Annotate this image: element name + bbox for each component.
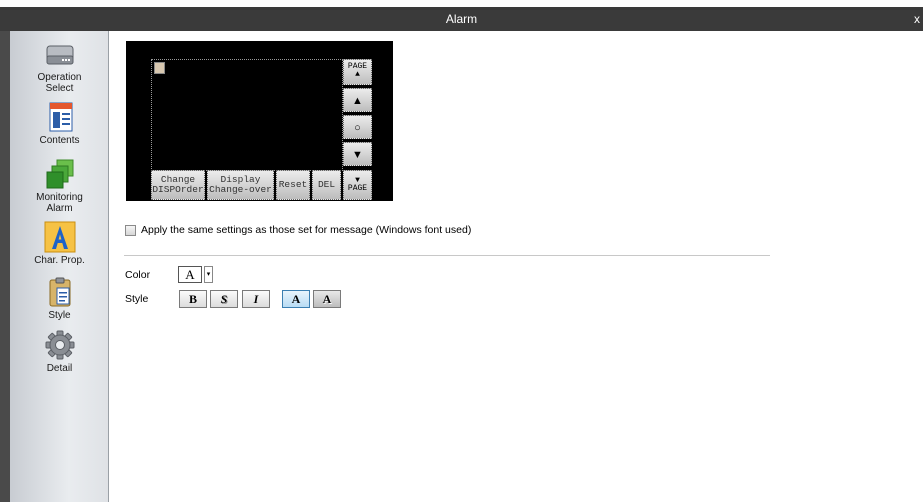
sidebar-item-label: Operation Select (37, 72, 82, 94)
window-titlebar: Alarm x (0, 0, 923, 31)
sidebar-item-label: Char. Prop. (34, 255, 85, 266)
gear-icon (44, 329, 76, 361)
style-icon (44, 276, 76, 308)
sidebar-item-contents[interactable]: Contents (10, 101, 109, 146)
alarm-preview: PAGE ▲ ▲ ○ ▼ ▼ PAGE Change DISPOrder Dis… (126, 41, 393, 201)
apply-same-settings-label: Apply the same settings as those set for… (141, 224, 472, 236)
titlebar-top-strip (0, 0, 923, 7)
apply-same-settings-checkbox[interactable] (125, 224, 136, 236)
main-content: PAGE ▲ ▲ ○ ▼ ▼ PAGE Change DISPOrder Dis… (110, 31, 923, 502)
sidebar-item-label: Contents (39, 135, 80, 146)
sidebar: Operation Select Contents Monitoring Ala… (10, 31, 109, 502)
chevron-down-icon[interactable]: ▾ (204, 266, 213, 283)
alarm-display-area (151, 59, 343, 171)
sidebar-item-label: Monitoring Alarm (36, 192, 83, 214)
reset-button[interactable]: Reset (276, 170, 310, 200)
sidebar-item-char-prop[interactable]: Char. Prop. (10, 221, 109, 266)
solid-style-button[interactable]: A (282, 290, 310, 308)
sidebar-item-label: Detail (46, 363, 73, 374)
italic-button[interactable]: I (242, 290, 270, 308)
char-prop-icon (44, 221, 76, 253)
window-title: Alarm (445, 12, 478, 26)
page-down-button[interactable]: ▼ PAGE (343, 170, 372, 200)
enter-button[interactable]: ○ (343, 115, 372, 139)
display-changeover-button[interactable]: Display Change-over (207, 170, 274, 200)
page-up-button[interactable]: PAGE ▲ (343, 59, 372, 85)
alarm-marker-icon (154, 62, 165, 74)
shadow-button[interactable]: S (210, 290, 238, 308)
del-button[interactable]: DEL (312, 170, 341, 200)
apply-same-settings-row[interactable]: Apply the same settings as those set for… (125, 223, 471, 237)
monitoring-alarm-icon (44, 158, 76, 190)
operation-select-icon (44, 38, 76, 70)
close-button[interactable]: x (911, 9, 923, 29)
raised-style-button[interactable]: A (313, 290, 341, 308)
window-left-frame (0, 31, 10, 502)
bold-button[interactable]: B (179, 290, 207, 308)
section-divider (124, 255, 770, 256)
contents-icon (44, 101, 76, 133)
change-display-order-button[interactable]: Change DISPOrder (151, 170, 205, 200)
sidebar-item-operation-select[interactable]: Operation Select (10, 38, 109, 94)
up-arrow-button[interactable]: ▲ (343, 88, 372, 112)
sidebar-item-detail[interactable]: Detail (10, 329, 109, 374)
style-label: Style (125, 293, 149, 305)
down-arrow-button[interactable]: ▼ (343, 142, 372, 166)
color-label: Color (125, 269, 151, 281)
text-color-button[interactable]: A (178, 266, 202, 283)
sidebar-item-style[interactable]: Style (10, 276, 109, 321)
sidebar-item-label: Style (48, 310, 71, 321)
sidebar-item-monitoring-alarm[interactable]: Monitoring Alarm (10, 158, 109, 214)
